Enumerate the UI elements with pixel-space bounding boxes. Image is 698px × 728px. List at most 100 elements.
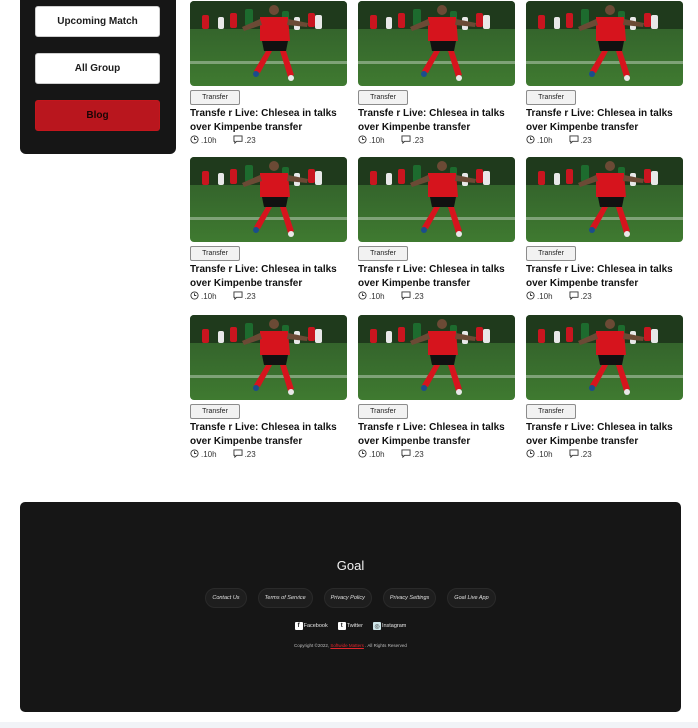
- comment-count: .23: [244, 449, 256, 459]
- news-meta: .10h .23: [526, 290, 592, 302]
- copyright-company-link[interactable]: Softwide Matters: [330, 643, 364, 648]
- clock-icon: [526, 290, 535, 302]
- news-thumbnail[interactable]: [526, 157, 683, 242]
- news-title[interactable]: Transfe r Live: Chlesea in talks over Ki…: [526, 107, 683, 134]
- sidebar-menu: Upcoming Match All Group Blog: [20, 0, 176, 154]
- news-title[interactable]: Transfe r Live: Chlesea in talks over Ki…: [526, 263, 683, 290]
- facebook-link[interactable]: f Facebook: [294, 622, 328, 630]
- news-title[interactable]: Transfe r Live: Chlesea in talks over Ki…: [190, 107, 347, 134]
- clock-icon: [526, 134, 535, 146]
- news-title[interactable]: Transfe r Live: Chlesea in talks over Ki…: [358, 107, 515, 134]
- news-meta: .10h .23: [190, 448, 256, 460]
- twitter-label: Twitter: [346, 623, 363, 629]
- comment-count: .23: [244, 291, 256, 301]
- time-ago: .10h: [369, 291, 385, 301]
- clock-icon: [358, 448, 367, 460]
- comment-icon: [233, 134, 243, 146]
- news-card[interactable]: Transfer Transfe r Live: Chlesea in talk…: [526, 315, 683, 459]
- category-tag[interactable]: Transfer: [358, 90, 408, 105]
- comment-count: .23: [244, 135, 256, 145]
- twitter-icon: t: [337, 622, 346, 630]
- news-thumbnail[interactable]: [358, 1, 515, 86]
- clock-icon: [358, 290, 367, 302]
- comment-count: .23: [580, 291, 592, 301]
- comment-icon: [569, 290, 579, 302]
- news-meta: .10h .23: [190, 290, 256, 302]
- category-tag[interactable]: Transfer: [358, 246, 408, 261]
- twitter-link[interactable]: t Twitter: [337, 622, 363, 630]
- footer-social: f Facebook t Twitter ◎ Instagram: [20, 622, 681, 630]
- category-tag[interactable]: Transfer: [190, 404, 240, 419]
- news-thumbnail[interactable]: [526, 315, 683, 400]
- news-thumbnail[interactable]: [190, 1, 347, 86]
- time-ago: .10h: [201, 449, 217, 459]
- facebook-label: Facebook: [303, 623, 328, 629]
- copyright-suffix: . All Rights Reserved: [365, 643, 407, 648]
- footer-links: Contact Us Terms of Service Privacy Poli…: [20, 588, 681, 608]
- news-thumbnail[interactable]: [190, 315, 347, 400]
- all-group-button[interactable]: All Group: [35, 53, 160, 84]
- copyright-text: Copyright ©2022, Softwide Matters . All …: [20, 643, 681, 648]
- footer-link-terms[interactable]: Terms of Service: [257, 588, 313, 608]
- clock-icon: [526, 448, 535, 460]
- news-meta: .10h .23: [190, 134, 256, 146]
- comment-icon: [401, 448, 411, 460]
- footer-link-privacy-policy[interactable]: Privacy Policy: [323, 588, 372, 608]
- comment-count: .23: [580, 135, 592, 145]
- news-title[interactable]: Transfe r Live: Chlesea in talks over Ki…: [526, 421, 683, 448]
- time-ago: .10h: [537, 449, 553, 459]
- comment-count: .23: [412, 449, 424, 459]
- comment-icon: [401, 134, 411, 146]
- news-title[interactable]: Transfe r Live: Chlesea in talks over Ki…: [358, 421, 515, 448]
- comment-count: .23: [580, 449, 592, 459]
- news-card[interactable]: Transfer Transfe r Live: Chlesea in talk…: [190, 315, 347, 459]
- news-meta: .10h .23: [358, 448, 424, 460]
- category-tag[interactable]: Transfer: [358, 404, 408, 419]
- news-meta: .10h .23: [358, 290, 424, 302]
- comment-icon: [233, 448, 243, 460]
- news-card[interactable]: Transfer Transfe r Live: Chlesea in talk…: [358, 315, 515, 459]
- category-tag[interactable]: Transfer: [526, 246, 576, 261]
- category-tag[interactable]: Transfer: [190, 90, 240, 105]
- news-card[interactable]: Transfer Transfe r Live: Chlesea in talk…: [358, 1, 515, 145]
- news-thumbnail[interactable]: [526, 1, 683, 86]
- news-card[interactable]: Transfer Transfe r Live: Chlesea in talk…: [526, 1, 683, 145]
- time-ago: .10h: [369, 449, 385, 459]
- news-meta: .10h .23: [358, 134, 424, 146]
- footer-link-live-app[interactable]: Goal Live App: [447, 588, 496, 608]
- news-thumbnail[interactable]: [190, 157, 347, 242]
- news-title[interactable]: Transfe r Live: Chlesea in talks over Ki…: [190, 421, 347, 448]
- news-card[interactable]: Transfer Transfe r Live: Chlesea in talk…: [190, 1, 347, 145]
- time-ago: .10h: [201, 135, 217, 145]
- instagram-link[interactable]: ◎ Instagram: [372, 622, 407, 630]
- category-tag[interactable]: Transfer: [526, 90, 576, 105]
- upcoming-match-button[interactable]: Upcoming Match: [35, 6, 160, 37]
- comment-count: .23: [412, 291, 424, 301]
- instagram-label: Instagram: [381, 623, 407, 629]
- comment-count: .23: [412, 135, 424, 145]
- page-bottom-band: [0, 722, 698, 728]
- time-ago: .10h: [537, 135, 553, 145]
- comment-icon: [233, 290, 243, 302]
- clock-icon: [190, 290, 199, 302]
- blog-button[interactable]: Blog: [35, 100, 160, 131]
- news-title[interactable]: Transfe r Live: Chlesea in talks over Ki…: [190, 263, 347, 290]
- news-card[interactable]: Transfer Transfe r Live: Chlesea in talk…: [358, 157, 515, 301]
- news-title[interactable]: Transfe r Live: Chlesea in talks over Ki…: [358, 263, 515, 290]
- news-thumbnail[interactable]: [358, 315, 515, 400]
- time-ago: .10h: [537, 291, 553, 301]
- comment-icon: [569, 448, 579, 460]
- footer-link-privacy-settings[interactable]: Privacy Settings: [382, 588, 437, 608]
- news-card[interactable]: Transfer Transfe r Live: Chlesea in talk…: [190, 157, 347, 301]
- news-thumbnail[interactable]: [358, 157, 515, 242]
- news-meta: .10h .23: [526, 134, 592, 146]
- site-footer: Goal Contact Us Terms of Service Privacy…: [20, 502, 681, 712]
- copyright-prefix: Copyright ©2022,: [294, 643, 330, 648]
- news-card[interactable]: Transfer Transfe r Live: Chlesea in talk…: [526, 157, 683, 301]
- comment-icon: [569, 134, 579, 146]
- comment-icon: [401, 290, 411, 302]
- category-tag[interactable]: Transfer: [190, 246, 240, 261]
- footer-link-contact[interactable]: Contact Us: [205, 588, 247, 608]
- category-tag[interactable]: Transfer: [526, 404, 576, 419]
- footer-brand: Goal: [336, 558, 365, 573]
